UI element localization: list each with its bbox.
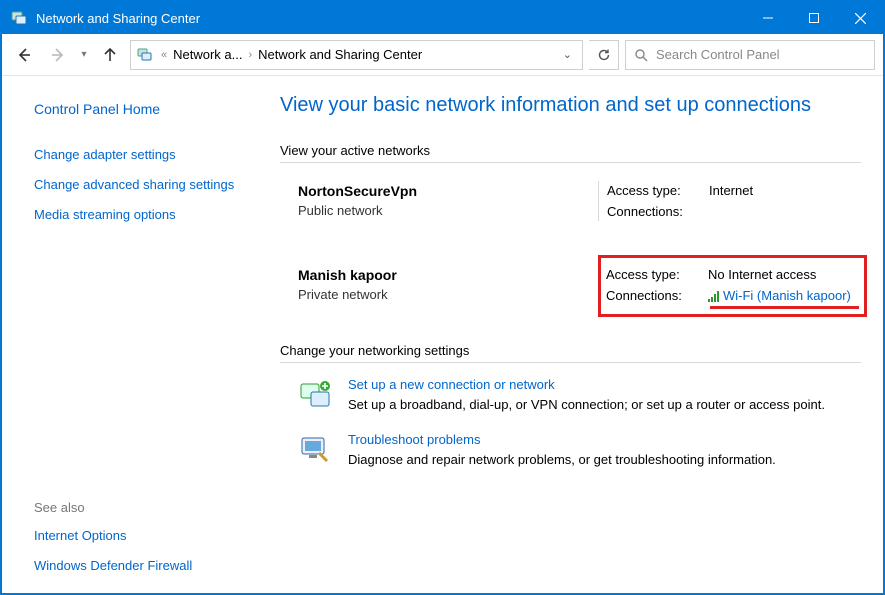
setting-item: Troubleshoot problems Diagnose and repai… — [298, 432, 861, 469]
active-networks-header: View your active networks — [280, 143, 861, 158]
new-connection-icon — [298, 377, 334, 413]
search-input[interactable] — [654, 46, 866, 63]
search-icon — [634, 48, 648, 62]
troubleshoot-desc: Diagnose and repair network problems, or… — [348, 451, 861, 469]
breadcrumb-truncated-indicator[interactable]: « — [159, 49, 169, 61]
sidebar: Control Panel Home Change adapter settin… — [2, 76, 262, 593]
setup-connection-link[interactable]: Set up a new connection or network — [348, 377, 861, 392]
media-streaming-options-link[interactable]: Media streaming options — [34, 206, 246, 224]
access-type-label: Access type: — [606, 267, 708, 282]
back-button[interactable] — [10, 41, 38, 69]
close-button[interactable] — [837, 2, 883, 34]
access-type-value: Internet — [709, 183, 861, 198]
troubleshoot-link[interactable]: Troubleshoot problems — [348, 432, 861, 447]
network-name: Manish kapoor — [298, 267, 598, 283]
internet-options-link[interactable]: Internet Options — [34, 527, 246, 545]
section-divider — [280, 362, 861, 363]
see-also-label: See also — [34, 500, 246, 515]
access-type-value: No Internet access — [708, 267, 861, 282]
up-button[interactable] — [96, 41, 124, 69]
section-divider — [280, 162, 861, 163]
app-icon — [10, 9, 28, 27]
wifi-signal-icon — [708, 290, 719, 302]
vertical-divider — [598, 181, 599, 221]
setting-item: Set up a new connection or network Set u… — [298, 377, 861, 414]
change-settings-header: Change your networking settings — [280, 343, 861, 358]
change-advanced-sharing-link[interactable]: Change advanced sharing settings — [34, 176, 246, 194]
connections-label: Connections: — [606, 288, 708, 303]
address-dropdown-button[interactable]: ⌄ — [557, 48, 578, 61]
network-row: NortonSecureVpn Public network Access ty… — [298, 173, 861, 231]
network-type: Public network — [298, 203, 598, 218]
connections-label: Connections: — [607, 204, 709, 219]
change-adapter-settings-link[interactable]: Change adapter settings — [34, 146, 246, 164]
network-row: Manish kapoor Private network Access typ… — [298, 257, 861, 315]
nav-toolbar: ▾ « Network a... › Network and Sharing C… — [2, 34, 883, 76]
minimize-button[interactable] — [745, 2, 791, 34]
search-box[interactable] — [625, 40, 875, 70]
access-type-label: Access type: — [607, 183, 709, 198]
main-pane: View your basic network information and … — [262, 76, 883, 593]
control-panel-home-link[interactable]: Control Panel Home — [34, 100, 246, 120]
titlebar: Network and Sharing Center — [2, 2, 883, 34]
location-icon — [135, 45, 155, 65]
refresh-button[interactable] — [589, 40, 619, 70]
window-title: Network and Sharing Center — [36, 11, 200, 26]
chevron-right-icon: › — [246, 49, 254, 61]
breadcrumb-segment-2[interactable]: Network and Sharing Center — [258, 47, 422, 62]
recent-locations-button[interactable]: ▾ — [78, 49, 90, 60]
network-type: Private network — [298, 287, 598, 302]
windows-defender-firewall-link[interactable]: Windows Defender Firewall — [34, 557, 246, 575]
page-title: View your basic network information and … — [280, 94, 861, 117]
breadcrumb-segment-1[interactable]: Network a... — [173, 47, 242, 62]
network-name: NortonSecureVpn — [298, 183, 598, 199]
setup-connection-desc: Set up a broadband, dial-up, or VPN conn… — [348, 396, 861, 414]
forward-button[interactable] — [44, 41, 72, 69]
wifi-connection-link[interactable]: Wi-Fi (Manish kapoor) — [723, 288, 851, 303]
maximize-button[interactable] — [791, 2, 837, 34]
address-bar[interactable]: « Network a... › Network and Sharing Cen… — [130, 40, 583, 70]
troubleshoot-icon — [298, 432, 334, 468]
annotation-underline — [710, 306, 859, 309]
